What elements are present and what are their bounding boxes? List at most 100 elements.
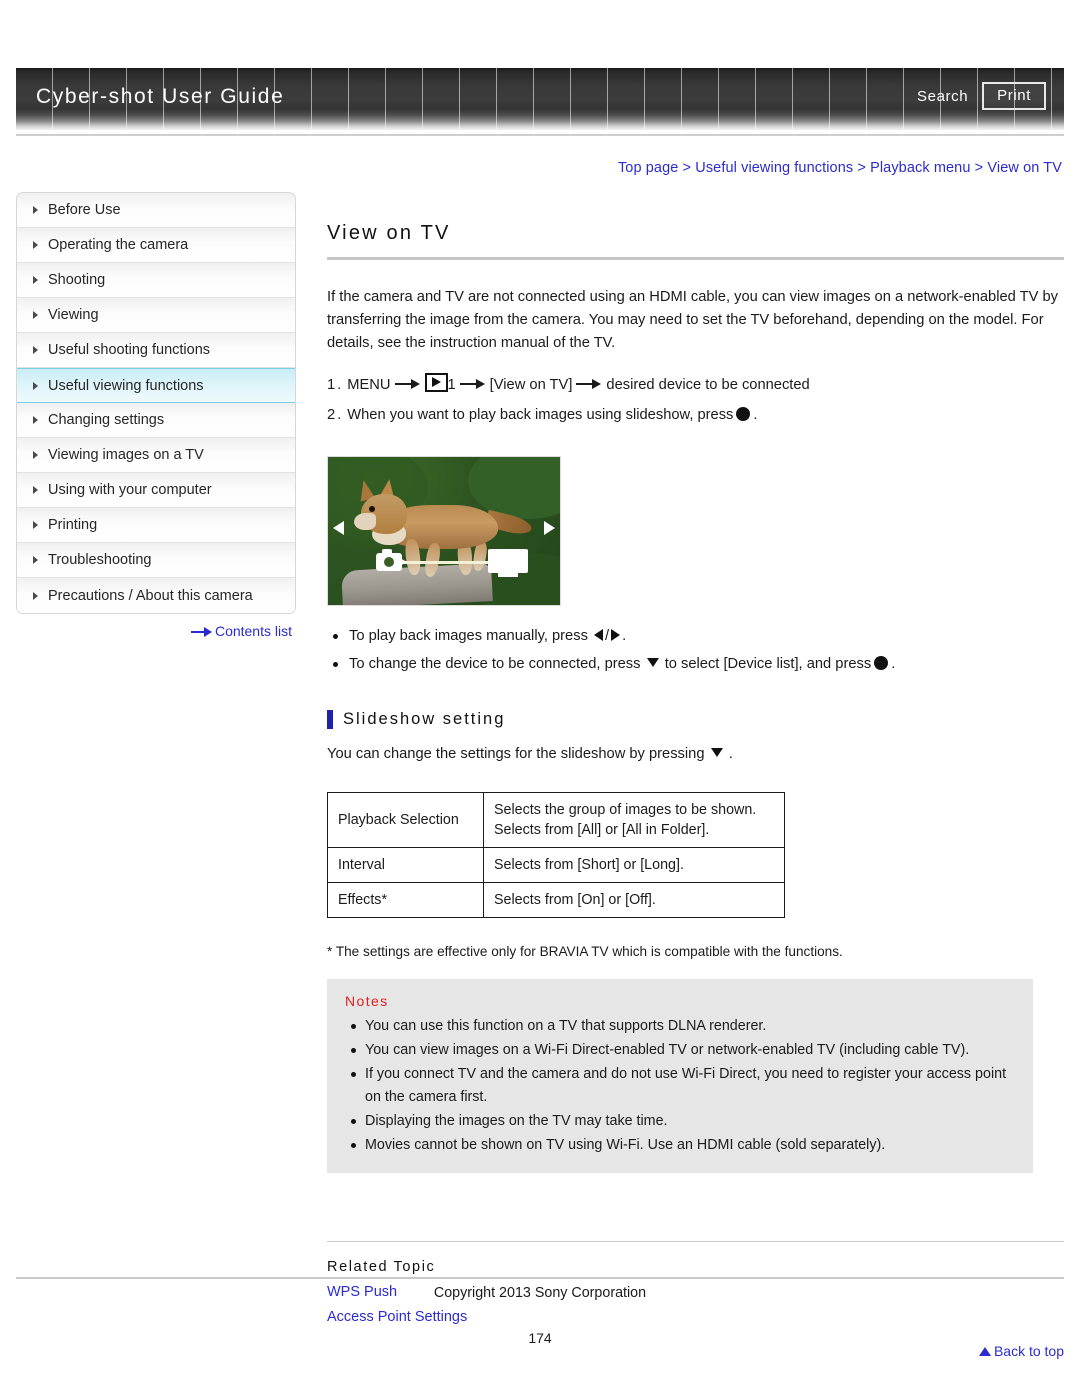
chevron-right-icon <box>33 311 38 319</box>
step-item-2: 2. When you want to play back images usin… <box>327 400 1064 430</box>
note-item: If you connect TV and the camera and do … <box>345 1063 1015 1109</box>
step-item-1: 1. MENU 1 [View on TV] desired device to be … <box>327 370 1064 400</box>
sidebar-item-troubleshooting[interactable]: Troubleshooting <box>17 543 295 578</box>
sidebar-item-operating-the-camera[interactable]: Operating the camera <box>17 228 295 263</box>
chevron-right-icon <box>33 521 38 529</box>
triangle-up-icon <box>978 1346 991 1356</box>
table-cell-label: Interval <box>327 846 484 883</box>
sidebar-item-label: Printing <box>48 517 98 533</box>
sidebar-item-label: Operating the camera <box>48 237 189 253</box>
sidebar-item-label: Troubleshooting <box>48 552 152 568</box>
section-heading-label: Slideshow setting <box>343 709 506 728</box>
center-button-icon <box>874 655 889 670</box>
figure-bullet-list: To play back images manually, press /. T… <box>327 622 1064 678</box>
sidebar-item-before-use[interactable]: Before Use <box>17 193 295 228</box>
app-title: Cyber-shot User Guide <box>36 85 285 108</box>
breadcrumb-separator-0: > <box>682 160 692 176</box>
sidebar-item-shooting[interactable]: Shooting <box>17 263 295 298</box>
chevron-right-icon <box>33 206 38 214</box>
chevron-right-icon <box>33 346 38 354</box>
bullet-text-period: . <box>622 627 627 644</box>
section-description: You can change the settings for the slid… <box>327 746 1064 762</box>
bullet-text-middle: to select [Device list], and press <box>664 655 872 672</box>
step-list: 1. MENU 1 [View on TV] desired device to be … <box>327 370 1064 430</box>
sidebar-item-label: Using with your computer <box>48 482 212 498</box>
bullet-separator: / <box>605 627 610 644</box>
step-text-index: 1 <box>447 376 456 393</box>
sidebar-item-using-with-your-computer[interactable]: Using with your computer <box>17 473 295 508</box>
step-text-menuitem: [View on TV] <box>489 376 573 393</box>
main-content: View on TV If the camera and TV are not … <box>327 192 1064 1359</box>
chevron-right-icon <box>33 591 38 600</box>
left-triangle-icon <box>594 628 604 641</box>
note-item: You can use this function on a TV that s… <box>345 1015 1015 1038</box>
copyright-text: Copyright 2013 Sony Corporation <box>433 1285 647 1301</box>
breadcrumb-separator-2: > <box>974 160 984 176</box>
table-row: Playback Selection Selects the group of … <box>327 791 785 848</box>
sidebar-item-label: Useful viewing functions <box>48 377 204 394</box>
breadcrumb-item-3[interactable]: View on TV <box>987 160 1062 176</box>
center-button-icon <box>736 406 751 421</box>
breadcrumb-item-0[interactable]: Top page <box>618 160 678 176</box>
chevron-right-icon <box>33 416 38 424</box>
chevron-right-icon <box>33 381 38 390</box>
table-cell-description: Selects the group of images to be shown.… <box>483 791 785 848</box>
sidebar-item-label: Useful shooting functions <box>48 342 211 358</box>
right-triangle-icon <box>611 628 621 641</box>
contents-list-link[interactable]: Contents list <box>190 623 292 639</box>
breadcrumb-item-2[interactable]: Playback menu <box>870 160 970 176</box>
related-topic-divider <box>327 1240 1064 1242</box>
sidebar-item-viewing-images-on-a-tv[interactable]: Viewing images on a TV <box>17 438 295 473</box>
arrow-right-icon <box>576 378 602 389</box>
chevron-right-icon <box>33 556 38 564</box>
sidebar-item-label: Viewing <box>48 307 99 323</box>
chevron-right-icon <box>33 451 38 459</box>
sidebar: Before Use Operating the camera Shooting… <box>16 192 296 639</box>
bullet-text: To change the device to be connected, pr… <box>349 655 641 672</box>
title-divider <box>327 257 1064 260</box>
step-text: When you want to play back images using … <box>347 406 734 423</box>
bullet-text: To play back images manually, press <box>349 627 588 644</box>
tv-icon <box>488 548 528 577</box>
sidebar-item-printing[interactable]: Printing <box>17 508 295 543</box>
sidebar-item-viewing[interactable]: Viewing <box>17 298 295 333</box>
transfer-arrow-icon <box>398 556 492 567</box>
sidebar-item-label: Changing settings <box>48 412 165 428</box>
step-text-period: . <box>753 406 758 423</box>
print-button[interactable]: Print <box>982 82 1046 110</box>
bullet-text-period: . <box>891 655 896 672</box>
header-actions: Search Print <box>917 82 1046 110</box>
chevron-right-icon <box>33 276 38 284</box>
slideshow-settings-table: Playback Selection Selects the group of … <box>327 791 785 918</box>
search-link[interactable]: Search <box>917 88 968 105</box>
chevron-right-icon <box>33 486 38 494</box>
page-number: 174 <box>528 1330 552 1346</box>
down-triangle-icon <box>646 657 659 667</box>
step-text-device: desired device to be connected <box>606 376 810 393</box>
related-link-access-point-settings[interactable]: Access Point Settings <box>327 1309 1064 1325</box>
playback-mode-icon <box>424 372 448 392</box>
section-heading-slideshow-setting: Slideshow setting <box>327 709 1064 729</box>
step-text-menu: MENU <box>347 376 391 393</box>
table-cell-description: Selects from [Short] or [Long]. <box>483 846 785 883</box>
sidebar-nav-list: Before Use Operating the camera Shooting… <box>16 192 296 614</box>
down-triangle-icon <box>710 747 723 757</box>
sidebar-item-precautions-about-this-camera[interactable]: Precautions / About this camera <box>17 578 295 613</box>
header-divider <box>16 134 1064 136</box>
breadcrumb-item-1[interactable]: Useful viewing functions <box>695 160 853 176</box>
sidebar-item-changing-settings[interactable]: Changing settings <box>17 403 295 438</box>
table-cell-label: Effects* <box>327 881 484 918</box>
table-row: Interval Selects from [Short] or [Long]. <box>327 846 785 883</box>
arrow-right-icon <box>394 378 421 389</box>
section-description-period: . <box>728 745 733 762</box>
sidebar-item-useful-viewing-functions[interactable]: Useful viewing functions <box>17 368 295 403</box>
arrow-right-icon <box>190 627 213 637</box>
table-footnote: * The settings are effective only for BR… <box>327 943 843 959</box>
step-number: 1. <box>327 376 344 393</box>
sidebar-item-useful-shooting-functions[interactable]: Useful shooting functions <box>17 333 295 368</box>
notes-box: Notes You can use this function on a TV … <box>327 978 1033 1173</box>
sidebar-item-label: Before Use <box>48 202 121 218</box>
step-number: 2. <box>327 406 344 423</box>
related-topic-heading: Related Topic <box>327 1258 436 1275</box>
sidebar-item-label: Shooting <box>48 272 106 288</box>
